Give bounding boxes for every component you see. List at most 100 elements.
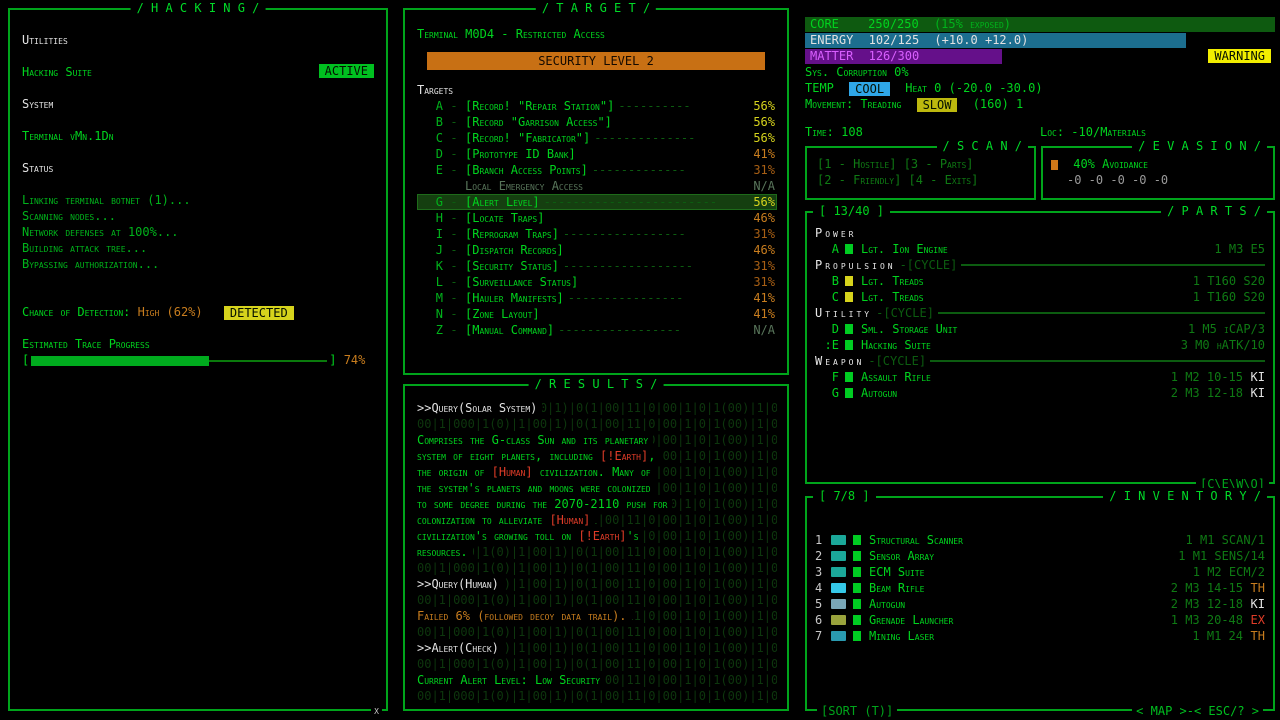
target-panel: / T A R G E T / Terminal M0D4 - Restrict… (403, 8, 789, 375)
hacking-panel-title: / H A C K I N G / (131, 0, 266, 16)
target-row[interactable]: Z-[Manual Command]-----------------N/A (417, 322, 777, 338)
target-success-chance: N/A (741, 322, 775, 338)
item-integrity-icon (853, 615, 861, 625)
inventory-row[interactable]: 7Mining Laser1 M1 24TH (815, 628, 1265, 644)
parts-row[interactable]: FAssault Rifle1 M2 10-15KI (815, 369, 1265, 385)
status-line: Scanning nodes... (22, 208, 374, 224)
target-row[interactable]: N-[Zone Layout]41% (417, 306, 777, 322)
target-row[interactable]: C-[Record! "Fabricator"]--------------56… (417, 130, 777, 146)
parts-row[interactable]: ALgt. Ion Engine1 M3 E5 (815, 241, 1265, 257)
slow-badge: SLOW (917, 98, 958, 112)
close-icon[interactable]: x (371, 702, 382, 718)
target-row[interactable]: G-[Alert Level]------------------------5… (417, 194, 777, 210)
parts-group-header: Power (815, 225, 1265, 241)
target-success-chance: 56% (741, 194, 775, 210)
parts-row[interactable]: GAutogun2 M3 12-18KI (815, 385, 1265, 401)
temperature-readout: TEMP COOL Heat 0 (-20.0 -30.0) (805, 80, 1043, 96)
item-integrity-icon (853, 631, 861, 641)
status-log: Linking terminal botnet (1)...Scanning n… (22, 192, 374, 272)
trace-progress-label: Estimated Trace Progress (22, 336, 374, 352)
target-row[interactable]: H-[Locate Traps]46% (417, 210, 777, 226)
inventory-panel: [ 7/8 ] / I N V E N T O R Y / 1Structura… (805, 496, 1275, 711)
status-line: Network defenses at 100%... (22, 224, 374, 240)
status-line: Bypassing authorization... (22, 256, 374, 272)
targets-heading: Targets (417, 82, 777, 98)
results-line: 00|1|000|1(0)|1|00|1)|0(1|00|11|0|00|1|0… (417, 576, 777, 592)
part-integrity-icon (845, 372, 853, 382)
inventory-row[interactable]: 2Sensor Array1 M1 SENS/14 (815, 548, 1265, 564)
target-success-chance: 31% (741, 274, 775, 290)
system-heading: System (22, 96, 374, 112)
target-row[interactable]: Local Emergency AccessN/A (417, 178, 777, 194)
item-integrity-icon (853, 551, 861, 561)
target-success-chance: 41% (741, 146, 775, 162)
part-integrity-icon (845, 388, 853, 398)
scan-option-hostile-parts[interactable]: [1 - Hostile] [3 - Parts] (817, 156, 1034, 172)
inventory-count: [ 7/8 ] (813, 488, 876, 504)
system-terminal-name: Terminal vMn.1Dn (22, 128, 374, 144)
target-row[interactable]: A-[Record! "Repair Station"]----------56… (417, 98, 777, 114)
part-integrity-icon (845, 340, 853, 350)
parts-row[interactable]: :EHacking Suite3 M0 hATK/10 (815, 337, 1265, 353)
part-integrity-icon (845, 276, 853, 286)
status-line: Linking terminal botnet (1)... (22, 192, 374, 208)
target-success-chance: 31% (741, 258, 775, 274)
target-row[interactable]: B-[Record "Garrison Access"]56% (417, 114, 777, 130)
cool-badge: COOL (849, 82, 890, 96)
target-row[interactable]: E-[Branch Access Points]-------------31% (417, 162, 777, 178)
item-integrity-icon (853, 583, 861, 593)
scan-option-friendly-exits[interactable]: [2 - Friendly] [4 - Exits] (817, 172, 1034, 188)
inventory-row[interactable]: 1Structural Scanner1 M1 SCAN/1 (815, 532, 1265, 548)
target-success-chance: 41% (741, 290, 775, 306)
evasion-modifiers: -0 -0 -0 -0 -0 (1051, 172, 1273, 188)
parts-panel: [ 13/40 ] / P A R T S / PowerALgt. Ion E… (805, 211, 1275, 484)
energy-bar: ENERGY 102/125 (+10.0 +12.0) (805, 33, 1275, 48)
inventory-row[interactable]: 4Beam Rifle2 M3 14-15TH (815, 580, 1265, 596)
parts-panel-title: / P A R T S / (1161, 203, 1267, 219)
inventory-row[interactable]: 5Autogun2 M3 12-18KI (815, 596, 1265, 612)
parts-row[interactable]: CLgt. Treads1 T160 S20 (815, 289, 1265, 305)
results-noise-line: 00|1|000|1(0)|1|00|1)|0(1|00|11|0|00|1|0… (417, 624, 777, 640)
target-row[interactable]: J-[Dispatch Records]46% (417, 242, 777, 258)
parts-row[interactable]: DSml. Storage Unit1 M5 iCAP/3 (815, 321, 1265, 337)
target-success-chance: 31% (741, 162, 775, 178)
target-success-chance: 31% (741, 226, 775, 242)
avoidance-block-icon (1051, 160, 1058, 170)
part-integrity-icon (845, 292, 853, 302)
warning-badge: WARNING (1208, 49, 1271, 63)
target-row[interactable]: K-[Security Status]------------------31% (417, 258, 777, 274)
target-row[interactable]: L-[Surveillance Status]31% (417, 274, 777, 290)
inventory-row[interactable]: 6Grenade Launcher1 M3 20-48EX (815, 612, 1265, 628)
results-noise-line: 00|1|000|1(0)|1|00|1)|0(1|00|11|0|00|1|0… (417, 688, 777, 704)
scan-panel: / S C A N / [1 - Hostile] [3 - Parts] [2… (805, 146, 1036, 200)
results-line: 00|1|000|1(0)|1|00|1)|0(1|00|11|0|00|1|0… (417, 640, 777, 656)
results-noise-line: 00|1|000|1(0)|1|00|1)|0(1|00|11|0|00|1|0… (417, 592, 777, 608)
results-line: 00|1|000|1(0)|1|00|1)|0(1|00|11|0|00|1|0… (417, 400, 777, 416)
target-success-chance: 46% (741, 210, 775, 226)
detection-label: Chance of Detection: (22, 305, 130, 319)
evasion-panel: / E V A S I O N / 40% Avoidance -0 -0 -0… (1041, 146, 1275, 200)
target-row[interactable]: M-[Hauler Manifests]----------------41% (417, 290, 777, 306)
parts-row[interactable]: BLgt. Treads1 T160 S20 (815, 273, 1265, 289)
part-integrity-icon (845, 324, 853, 334)
item-integrity-icon (853, 535, 861, 545)
location-readout: Loc: -10/Materials (1040, 124, 1146, 140)
matter-bar: MATTER 126/300 WARNING (805, 49, 1275, 64)
target-row[interactable]: I-[Reprogram Traps]-----------------31% (417, 226, 777, 242)
sort-button[interactable]: [SORT (T)] (817, 703, 897, 719)
target-list: A-[Record! "Repair Station"]----------56… (417, 98, 777, 338)
cogmind-hacking-screen: / H A C K I N G / Utilities Hacking Suit… (0, 0, 1280, 720)
target-success-chance: N/A (741, 178, 775, 194)
inventory-panel-title: / I N V E N T O R Y / (1103, 488, 1267, 504)
results-line: 00|1|000|1(0)|1|00|1)|0(1|00|11|0|00|1|0… (417, 480, 777, 496)
map-esc-buttons[interactable]: < MAP >-< ESC/? > (1132, 703, 1263, 719)
results-log: 00|1|000|1(0)|1|00|1)|0(1|00|11|0|00|1|0… (417, 400, 777, 704)
target-success-chance: 41% (741, 306, 775, 322)
target-row[interactable]: D-[Prototype ID Bank]41% (417, 146, 777, 162)
mining-laser-icon (831, 631, 846, 641)
parts-list: PowerALgt. Ion Engine1 M3 E5Propulsion-[… (815, 225, 1265, 401)
target-success-chance: 56% (741, 98, 775, 114)
inventory-row[interactable]: 3ECM Suite1 M2 ECM/2 (815, 564, 1265, 580)
target-panel-title: / T A R G E T / (536, 0, 656, 16)
hacking-suite-label: Hacking Suite (22, 64, 92, 80)
